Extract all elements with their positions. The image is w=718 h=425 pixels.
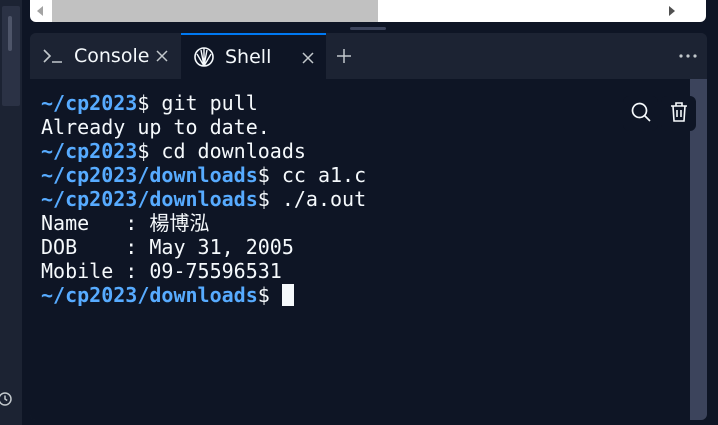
search-button[interactable] bbox=[623, 96, 658, 131]
scroll-left-arrow-icon[interactable] bbox=[30, 0, 52, 22]
tab-bar: Console Shell bbox=[30, 33, 707, 79]
command-text: $ git pull bbox=[137, 91, 258, 115]
command-text: $ cd downloads bbox=[137, 139, 306, 163]
close-icon[interactable] bbox=[152, 46, 172, 66]
terminal-line: DOB : May 31, 2005 bbox=[41, 235, 690, 259]
command-text: $ bbox=[257, 283, 282, 307]
terminal-prompt-icon bbox=[42, 45, 64, 67]
output-text: Mobile : 09-75596531 bbox=[41, 259, 282, 283]
scroll-right-arrow-icon[interactable] bbox=[660, 0, 682, 22]
terminal-line: Mobile : 09-75596531 bbox=[41, 259, 690, 283]
terminal-line: ~/cp2023/downloads$ bbox=[41, 283, 690, 307]
clear-button[interactable] bbox=[661, 96, 696, 131]
horizontal-scroll-thumb[interactable] bbox=[52, 0, 378, 22]
trash-icon bbox=[669, 101, 689, 127]
tab-console[interactable]: Console bbox=[30, 33, 180, 79]
pane-resize-handle[interactable] bbox=[350, 27, 386, 30]
history-icon[interactable] bbox=[0, 390, 14, 408]
prompt-path: ~/cp2023/downloads bbox=[41, 283, 258, 307]
shell-icon bbox=[193, 46, 215, 68]
command-text: $ cc a1.c bbox=[257, 163, 367, 187]
tab-shell[interactable]: Shell bbox=[181, 33, 326, 79]
prompt-path: ~/cp2023 bbox=[41, 91, 138, 115]
terminal-line: ~/cp2023$ cd downloads bbox=[41, 139, 690, 163]
output-text: Name : 楊博泓 bbox=[41, 211, 210, 235]
prompt-path: ~/cp2023/downloads bbox=[41, 187, 258, 211]
search-icon bbox=[630, 101, 652, 127]
plus-icon[interactable] bbox=[333, 45, 355, 67]
tool-panel: Console Shell ~/cp2023$ git pull Already… bbox=[30, 33, 707, 420]
rail-scrollbar[interactable] bbox=[2, 6, 20, 106]
close-icon[interactable] bbox=[298, 48, 318, 68]
terminal-line: Already up to date. bbox=[41, 115, 690, 139]
prompt-path: ~/cp2023/downloads bbox=[41, 163, 258, 187]
prompt-path: ~/cp2023 bbox=[41, 139, 138, 163]
tab-shell-label: Shell bbox=[225, 46, 272, 68]
rail-scroll-thumb[interactable] bbox=[8, 16, 12, 51]
output-text: DOB : May 31, 2005 bbox=[41, 235, 294, 259]
output-text: Already up to date. bbox=[41, 115, 270, 139]
terminal-line: ~/cp2023/downloads$ ./a.out bbox=[41, 187, 690, 211]
terminal-actions bbox=[623, 96, 696, 131]
tab-console-label: Console bbox=[74, 45, 150, 67]
terminal-cursor bbox=[281, 284, 294, 306]
shell-terminal[interactable]: ~/cp2023$ git pull Already up to date. ~… bbox=[30, 79, 690, 420]
command-text: $ ./a.out bbox=[257, 187, 367, 211]
top-panel-scrollbar bbox=[30, 0, 706, 22]
terminal-line: ~/cp2023/downloads$ cc a1.c bbox=[41, 163, 690, 187]
terminal-line: ~/cp2023$ git pull bbox=[41, 91, 690, 115]
more-horizontal-icon[interactable] bbox=[676, 45, 700, 67]
terminal-line: Name : 楊博泓 bbox=[41, 211, 690, 235]
left-rail bbox=[0, 0, 22, 425]
